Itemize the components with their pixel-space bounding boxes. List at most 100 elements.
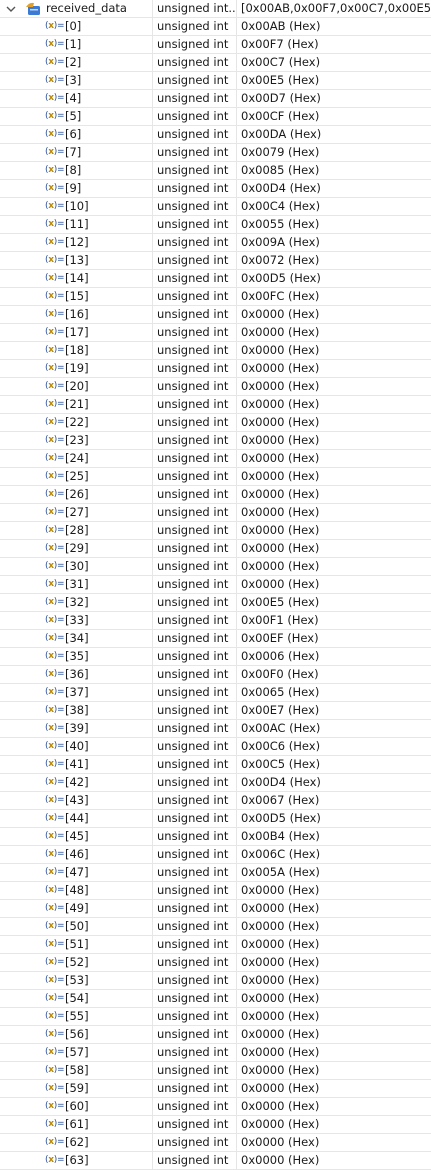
value-cell[interactable]: 0x0000 (Hex) <box>237 900 431 917</box>
value-cell[interactable]: 0x0000 (Hex) <box>237 990 431 1007</box>
value-cell[interactable]: 0x006C (Hex) <box>237 846 431 863</box>
tree-row-element[interactable]: (x)= [9] unsigned int 0x00D4 (Hex) <box>0 180 431 198</box>
value-cell[interactable]: 0x0000 (Hex) <box>237 1134 431 1151</box>
tree-row-element[interactable]: (x)= [16] unsigned int 0x0000 (Hex) <box>0 306 431 324</box>
value-cell[interactable]: 0x00E5 (Hex) <box>237 72 431 89</box>
value-cell[interactable]: 0x0000 (Hex) <box>237 1062 431 1079</box>
tree-row-element[interactable]: (x)= [59] unsigned int 0x0000 (Hex) <box>0 1080 431 1098</box>
value-cell[interactable]: 0x0000 (Hex) <box>237 1098 431 1115</box>
tree-row-element[interactable]: (x)= [54] unsigned int 0x0000 (Hex) <box>0 990 431 1008</box>
tree-row-element[interactable]: (x)= [0] unsigned int 0x00AB (Hex) <box>0 18 431 36</box>
value-cell[interactable]: 0x0000 (Hex) <box>237 468 431 485</box>
tree-row-element[interactable]: (x)= [17] unsigned int 0x0000 (Hex) <box>0 324 431 342</box>
value-cell[interactable]: 0x0055 (Hex) <box>237 216 431 233</box>
value-cell[interactable]: [0x00AB,0x00F7,0x00C7,0x00E5,0x00 <box>237 0 431 17</box>
tree-row-element[interactable]: (x)= [10] unsigned int 0x00C4 (Hex) <box>0 198 431 216</box>
value-cell[interactable]: 0x00C5 (Hex) <box>237 756 431 773</box>
tree-row-element[interactable]: (x)= [45] unsigned int 0x00B4 (Hex) <box>0 828 431 846</box>
tree-row-element[interactable]: (x)= [22] unsigned int 0x0000 (Hex) <box>0 414 431 432</box>
tree-row-element[interactable]: (x)= [32] unsigned int 0x00E5 (Hex) <box>0 594 431 612</box>
tree-row-element[interactable]: (x)= [31] unsigned int 0x0000 (Hex) <box>0 576 431 594</box>
tree-row-element[interactable]: (x)= [13] unsigned int 0x0072 (Hex) <box>0 252 431 270</box>
value-cell[interactable]: 0x0072 (Hex) <box>237 252 431 269</box>
value-cell[interactable]: 0x00C7 (Hex) <box>237 54 431 71</box>
tree-row-element[interactable]: (x)= [56] unsigned int 0x0000 (Hex) <box>0 1026 431 1044</box>
tree-row-element[interactable]: (x)= [25] unsigned int 0x0000 (Hex) <box>0 468 431 486</box>
tree-row-element[interactable]: (x)= [35] unsigned int 0x0006 (Hex) <box>0 648 431 666</box>
value-cell[interactable]: 0x005A (Hex) <box>237 864 431 881</box>
value-cell[interactable]: 0x0000 (Hex) <box>237 1008 431 1025</box>
tree-row-element[interactable]: (x)= [57] unsigned int 0x0000 (Hex) <box>0 1044 431 1062</box>
tree-row-element[interactable]: (x)= [15] unsigned int 0x00FC (Hex) <box>0 288 431 306</box>
value-cell[interactable]: 0x0000 (Hex) <box>237 414 431 431</box>
tree-row-received-data[interactable]: received_data unsigned int... [0x00AB,0x… <box>0 0 431 18</box>
tree-row-element[interactable]: (x)= [1] unsigned int 0x00F7 (Hex) <box>0 36 431 54</box>
tree-row-element[interactable]: (x)= [14] unsigned int 0x00D5 (Hex) <box>0 270 431 288</box>
tree-row-element[interactable]: (x)= [6] unsigned int 0x00DA (Hex) <box>0 126 431 144</box>
value-cell[interactable]: 0x00E7 (Hex) <box>237 702 431 719</box>
value-cell[interactable]: 0x0085 (Hex) <box>237 162 431 179</box>
tree-row-element[interactable]: (x)= [2] unsigned int 0x00C7 (Hex) <box>0 54 431 72</box>
value-cell[interactable]: 0x0000 (Hex) <box>237 558 431 575</box>
tree-row-element[interactable]: (x)= [30] unsigned int 0x0000 (Hex) <box>0 558 431 576</box>
tree-row-element[interactable]: (x)= [61] unsigned int 0x0000 (Hex) <box>0 1116 431 1134</box>
value-cell[interactable]: 0x00EF (Hex) <box>237 630 431 647</box>
tree-row-element[interactable]: (x)= [55] unsigned int 0x0000 (Hex) <box>0 1008 431 1026</box>
tree-row-element[interactable]: (x)= [12] unsigned int 0x009A (Hex) <box>0 234 431 252</box>
tree-row-element[interactable]: (x)= [11] unsigned int 0x0055 (Hex) <box>0 216 431 234</box>
value-cell[interactable]: 0x00D4 (Hex) <box>237 180 431 197</box>
value-cell[interactable]: 0x00B4 (Hex) <box>237 828 431 845</box>
tree-row-element[interactable]: (x)= [33] unsigned int 0x00F1 (Hex) <box>0 612 431 630</box>
tree-row-element[interactable]: (x)= [36] unsigned int 0x00F0 (Hex) <box>0 666 431 684</box>
value-cell[interactable]: 0x0000 (Hex) <box>237 954 431 971</box>
tree-row-element[interactable]: (x)= [48] unsigned int 0x0000 (Hex) <box>0 882 431 900</box>
tree-row-element[interactable]: (x)= [38] unsigned int 0x00E7 (Hex) <box>0 702 431 720</box>
tree-row-element[interactable]: (x)= [60] unsigned int 0x0000 (Hex) <box>0 1098 431 1116</box>
tree-row-element[interactable]: (x)= [37] unsigned int 0x0065 (Hex) <box>0 684 431 702</box>
tree-row-element[interactable]: (x)= [28] unsigned int 0x0000 (Hex) <box>0 522 431 540</box>
tree-row-element[interactable]: (x)= [18] unsigned int 0x0000 (Hex) <box>0 342 431 360</box>
value-cell[interactable]: 0x0006 (Hex) <box>237 648 431 665</box>
value-cell[interactable]: 0x0065 (Hex) <box>237 684 431 701</box>
value-cell[interactable]: 0x00CF (Hex) <box>237 108 431 125</box>
value-cell[interactable]: 0x0000 (Hex) <box>237 360 431 377</box>
tree-row-element[interactable]: (x)= [46] unsigned int 0x006C (Hex) <box>0 846 431 864</box>
tree-row-element[interactable]: (x)= [42] unsigned int 0x00D4 (Hex) <box>0 774 431 792</box>
value-cell[interactable]: 0x0000 (Hex) <box>237 324 431 341</box>
value-cell[interactable]: 0x0000 (Hex) <box>237 1044 431 1061</box>
tree-row-element[interactable]: (x)= [63] unsigned int 0x0000 (Hex) <box>0 1152 431 1170</box>
tree-row-element[interactable]: (x)= [8] unsigned int 0x0085 (Hex) <box>0 162 431 180</box>
tree-row-element[interactable]: (x)= [39] unsigned int 0x00AC (Hex) <box>0 720 431 738</box>
value-cell[interactable]: 0x0079 (Hex) <box>237 144 431 161</box>
tree-row-element[interactable]: (x)= [43] unsigned int 0x0067 (Hex) <box>0 792 431 810</box>
tree-row-element[interactable]: (x)= [29] unsigned int 0x0000 (Hex) <box>0 540 431 558</box>
tree-row-element[interactable]: (x)= [41] unsigned int 0x00C5 (Hex) <box>0 756 431 774</box>
tree-row-element[interactable]: (x)= [7] unsigned int 0x0079 (Hex) <box>0 144 431 162</box>
value-cell[interactable]: 0x00F1 (Hex) <box>237 612 431 629</box>
value-cell[interactable]: 0x0000 (Hex) <box>237 882 431 899</box>
value-cell[interactable]: 0x0000 (Hex) <box>237 522 431 539</box>
tree-row-element[interactable]: (x)= [52] unsigned int 0x0000 (Hex) <box>0 954 431 972</box>
value-cell[interactable]: 0x00E5 (Hex) <box>237 594 431 611</box>
value-cell[interactable]: 0x0000 (Hex) <box>237 486 431 503</box>
value-cell[interactable]: 0x00DA (Hex) <box>237 126 431 143</box>
tree-row-element[interactable]: (x)= [27] unsigned int 0x0000 (Hex) <box>0 504 431 522</box>
tree-row-element[interactable]: (x)= [3] unsigned int 0x00E5 (Hex) <box>0 72 431 90</box>
value-cell[interactable]: 0x0000 (Hex) <box>237 972 431 989</box>
tree-row-element[interactable]: (x)= [34] unsigned int 0x00EF (Hex) <box>0 630 431 648</box>
value-cell[interactable]: 0x0000 (Hex) <box>237 936 431 953</box>
tree-row-element[interactable]: (x)= [47] unsigned int 0x005A (Hex) <box>0 864 431 882</box>
value-cell[interactable]: 0x0000 (Hex) <box>237 918 431 935</box>
tree-row-element[interactable]: (x)= [5] unsigned int 0x00CF (Hex) <box>0 108 431 126</box>
value-cell[interactable]: 0x0067 (Hex) <box>237 792 431 809</box>
chevron-down-icon[interactable] <box>5 3 17 15</box>
value-cell[interactable]: 0x0000 (Hex) <box>237 1026 431 1043</box>
tree-row-element[interactable]: (x)= [20] unsigned int 0x0000 (Hex) <box>0 378 431 396</box>
tree-row-element[interactable]: (x)= [49] unsigned int 0x0000 (Hex) <box>0 900 431 918</box>
value-cell[interactable]: 0x00C6 (Hex) <box>237 738 431 755</box>
tree-row-element[interactable]: (x)= [26] unsigned int 0x0000 (Hex) <box>0 486 431 504</box>
value-cell[interactable]: 0x00FC (Hex) <box>237 288 431 305</box>
value-cell[interactable]: 0x00AC (Hex) <box>237 720 431 737</box>
tree-row-element[interactable]: (x)= [21] unsigned int 0x0000 (Hex) <box>0 396 431 414</box>
value-cell[interactable]: 0x00F0 (Hex) <box>237 666 431 683</box>
